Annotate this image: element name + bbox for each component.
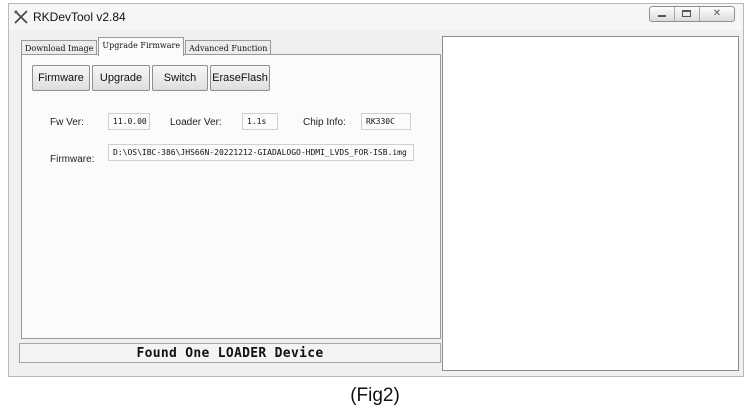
fw-ver-label: Fw Ver:: [50, 117, 84, 128]
app-window: RKDevTool v2.84 ✕ Download Image Upgrade…: [8, 3, 744, 377]
maximize-icon: [682, 10, 691, 17]
title-bar[interactable]: RKDevTool v2.84 ✕: [9, 4, 743, 30]
action-buttons: Firmware Upgrade Switch EraseFlash: [32, 65, 272, 91]
tab-strip: Download Image Upgrade Firmware Advanced…: [21, 37, 272, 56]
upgrade-firmware-panel: Firmware Upgrade Switch EraseFlash Fw Ve…: [21, 54, 441, 339]
tab-upgrade-firmware[interactable]: Upgrade Firmware: [98, 37, 185, 56]
app-icon: [14, 10, 28, 24]
log-panel[interactable]: [442, 36, 739, 371]
upgrade-button[interactable]: Upgrade: [92, 65, 150, 91]
chip-info-label: Chip Info:: [303, 117, 346, 128]
chip-info-value: RK330C: [361, 113, 411, 130]
firmware-button[interactable]: Firmware: [32, 65, 90, 91]
eraseflash-button[interactable]: EraseFlash: [210, 65, 270, 91]
window-title: RKDevTool v2.84: [33, 10, 126, 24]
switch-button[interactable]: Switch: [152, 65, 208, 91]
firmware-path-field[interactable]: D:\OS\IBC-386\JHS66N-20221212-GIADALOGO-…: [108, 144, 414, 161]
left-panel: Download Image Upgrade Firmware Advanced…: [21, 37, 441, 339]
fw-ver-value: 11.0.00: [108, 113, 150, 130]
firmware-label: Firmware:: [50, 154, 95, 165]
loader-ver-label: Loader Ver:: [170, 117, 222, 128]
close-icon: ✕: [712, 8, 722, 19]
minimize-icon: [658, 15, 666, 17]
close-button[interactable]: ✕: [700, 7, 734, 21]
loader-ver-value: 1.1s: [242, 113, 278, 130]
figure-caption: (Fig2): [350, 385, 400, 406]
maximize-button[interactable]: [675, 7, 700, 21]
status-bar: Found One LOADER Device: [19, 343, 441, 363]
minimize-button[interactable]: [650, 7, 675, 21]
status-message: Found One LOADER Device: [136, 346, 324, 361]
window-controls: ✕: [649, 6, 735, 22]
